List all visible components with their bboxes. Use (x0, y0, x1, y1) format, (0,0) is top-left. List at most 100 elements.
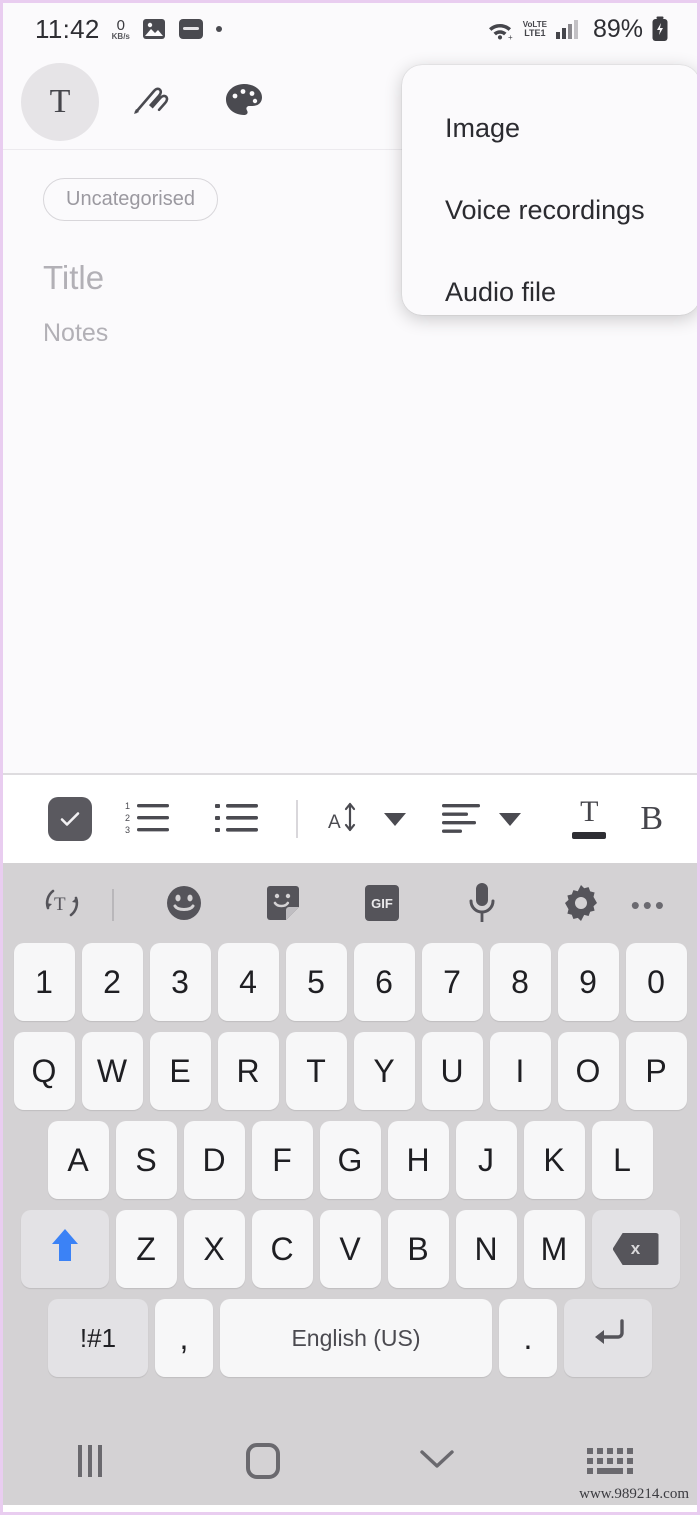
checkbox-icon (48, 797, 93, 841)
status-bar: 11:42 0 KB/s + VoLTE LTE1 89% (3, 3, 697, 55)
key-g[interactable]: G (319, 1121, 381, 1199)
key-h[interactable]: H (387, 1121, 449, 1199)
sticker-button[interactable] (233, 882, 332, 929)
text-recognition-button[interactable]: T (33, 882, 92, 929)
gear-icon (559, 881, 603, 930)
key-d[interactable]: D (183, 1121, 245, 1199)
key-k[interactable]: K (523, 1121, 585, 1199)
palette-icon (224, 82, 264, 123)
pen-icon (130, 80, 174, 125)
status-bar-left: 11:42 0 KB/s (35, 14, 485, 45)
key-v[interactable]: V (319, 1210, 381, 1288)
key-b[interactable]: B (387, 1210, 449, 1288)
key-3[interactable]: 3 (149, 943, 211, 1021)
bulleted-list-button[interactable] (193, 799, 282, 840)
recents-button[interactable] (3, 1445, 177, 1477)
key-a[interactable]: A (47, 1121, 109, 1199)
key-9[interactable]: 9 (557, 943, 619, 1021)
font-size-chevron-down-icon (384, 812, 407, 826)
alignment-chevron-down-icon (498, 812, 521, 826)
keyboard-toolbar-divider (92, 889, 134, 921)
enter-key[interactable] (564, 1299, 652, 1377)
key-o[interactable]: O (557, 1032, 619, 1110)
keyboard-rows: 1 2 3 4 5 6 7 8 9 0 Q W E R T Y U I O P … (3, 943, 697, 1377)
keyboard-row-home: A S D F G H J K L (9, 1121, 691, 1199)
font-size-button[interactable]: A (312, 798, 423, 841)
key-i[interactable]: I (489, 1032, 551, 1110)
svg-text:+: + (508, 33, 513, 41)
bulleted-list-icon (214, 799, 260, 840)
wifi-icon: + (485, 17, 515, 41)
voice-input-button[interactable] (432, 880, 531, 931)
category-chip[interactable]: Uncategorised (43, 178, 218, 221)
menu-item-voice-recordings[interactable]: Voice recordings (402, 169, 697, 251)
key-y[interactable]: Y (353, 1032, 415, 1110)
key-8[interactable]: 8 (489, 943, 551, 1021)
notification-dot-icon (215, 26, 222, 32)
keyboard: T GIF ••• 1 2 3 4 5 6 7 8 9 0 Q W E R T … (3, 863, 697, 1417)
keyboard-switch-button[interactable] (524, 1448, 698, 1474)
keyboard-row-space: !#1 , English (US) . (9, 1299, 691, 1377)
home-icon (246, 1443, 281, 1479)
key-u[interactable]: U (421, 1032, 483, 1110)
key-t[interactable]: T (285, 1032, 347, 1110)
hide-keyboard-button[interactable] (350, 1447, 524, 1476)
key-c[interactable]: C (251, 1210, 313, 1288)
keyboard-row-numbers: 1 2 3 4 5 6 7 8 9 0 (9, 943, 691, 1021)
handwriting-mode-button[interactable] (113, 63, 191, 141)
text-mode-icon: T (49, 83, 71, 120)
comma-key[interactable]: , (155, 1299, 213, 1377)
keyboard-settings-button[interactable] (531, 881, 630, 930)
bold-button[interactable]: B (640, 800, 663, 838)
key-w[interactable]: W (81, 1032, 143, 1110)
menu-item-audio-file[interactable]: Audio file (402, 251, 697, 333)
menu-item-image[interactable]: Image (402, 87, 697, 169)
recents-icon (77, 1445, 102, 1477)
more-options-button[interactable]: ••• (631, 890, 667, 921)
text-mode-button[interactable]: T (21, 63, 99, 141)
key-7[interactable]: 7 (421, 943, 483, 1021)
font-size-icon: A (328, 798, 368, 841)
bold-icon: B (640, 800, 663, 837)
space-key[interactable]: English (US) (220, 1299, 492, 1377)
keyboard-toolbar: T GIF ••• (3, 867, 697, 943)
checklist-button[interactable] (37, 797, 104, 841)
toolbar-divider (282, 800, 312, 838)
key-r[interactable]: R (217, 1032, 279, 1110)
key-4[interactable]: 4 (217, 943, 279, 1021)
backspace-key[interactable]: x (591, 1210, 680, 1288)
key-e[interactable]: E (149, 1032, 211, 1110)
shift-key[interactable] (20, 1210, 109, 1288)
symbols-key[interactable]: !#1 (48, 1299, 148, 1377)
key-p[interactable]: P (625, 1032, 687, 1110)
period-key[interactable]: . (499, 1299, 557, 1377)
key-m[interactable]: M (523, 1210, 585, 1288)
alignment-button[interactable] (423, 801, 538, 838)
network-speed-value: 0 (116, 16, 125, 34)
app-notification-icon (178, 18, 204, 40)
drawing-mode-button[interactable] (205, 63, 283, 141)
shift-arrow-icon (48, 1225, 82, 1273)
key-f[interactable]: F (251, 1121, 313, 1199)
key-6[interactable]: 6 (353, 943, 415, 1021)
key-1[interactable]: 1 (13, 943, 75, 1021)
key-0[interactable]: 0 (625, 943, 687, 1021)
key-5[interactable]: 5 (285, 943, 347, 1021)
gif-button[interactable]: GIF (333, 881, 432, 930)
key-z[interactable]: Z (115, 1210, 177, 1288)
gallery-icon (142, 18, 166, 40)
emoji-button[interactable] (134, 881, 233, 930)
key-n[interactable]: N (455, 1210, 517, 1288)
key-q[interactable]: Q (13, 1032, 75, 1110)
key-s[interactable]: S (115, 1121, 177, 1199)
text-color-button[interactable]: T (538, 797, 640, 839)
key-j[interactable]: J (455, 1121, 517, 1199)
key-l[interactable]: L (591, 1121, 653, 1199)
keyboard-switch-icon (587, 1448, 634, 1474)
numbered-list-button[interactable]: 1 2 3 (104, 799, 193, 840)
insert-menu: Image Voice recordings Audio file (402, 65, 697, 315)
key-x[interactable]: X (183, 1210, 245, 1288)
emoji-icon (162, 881, 206, 930)
key-2[interactable]: 2 (81, 943, 143, 1021)
home-button[interactable] (177, 1443, 351, 1479)
